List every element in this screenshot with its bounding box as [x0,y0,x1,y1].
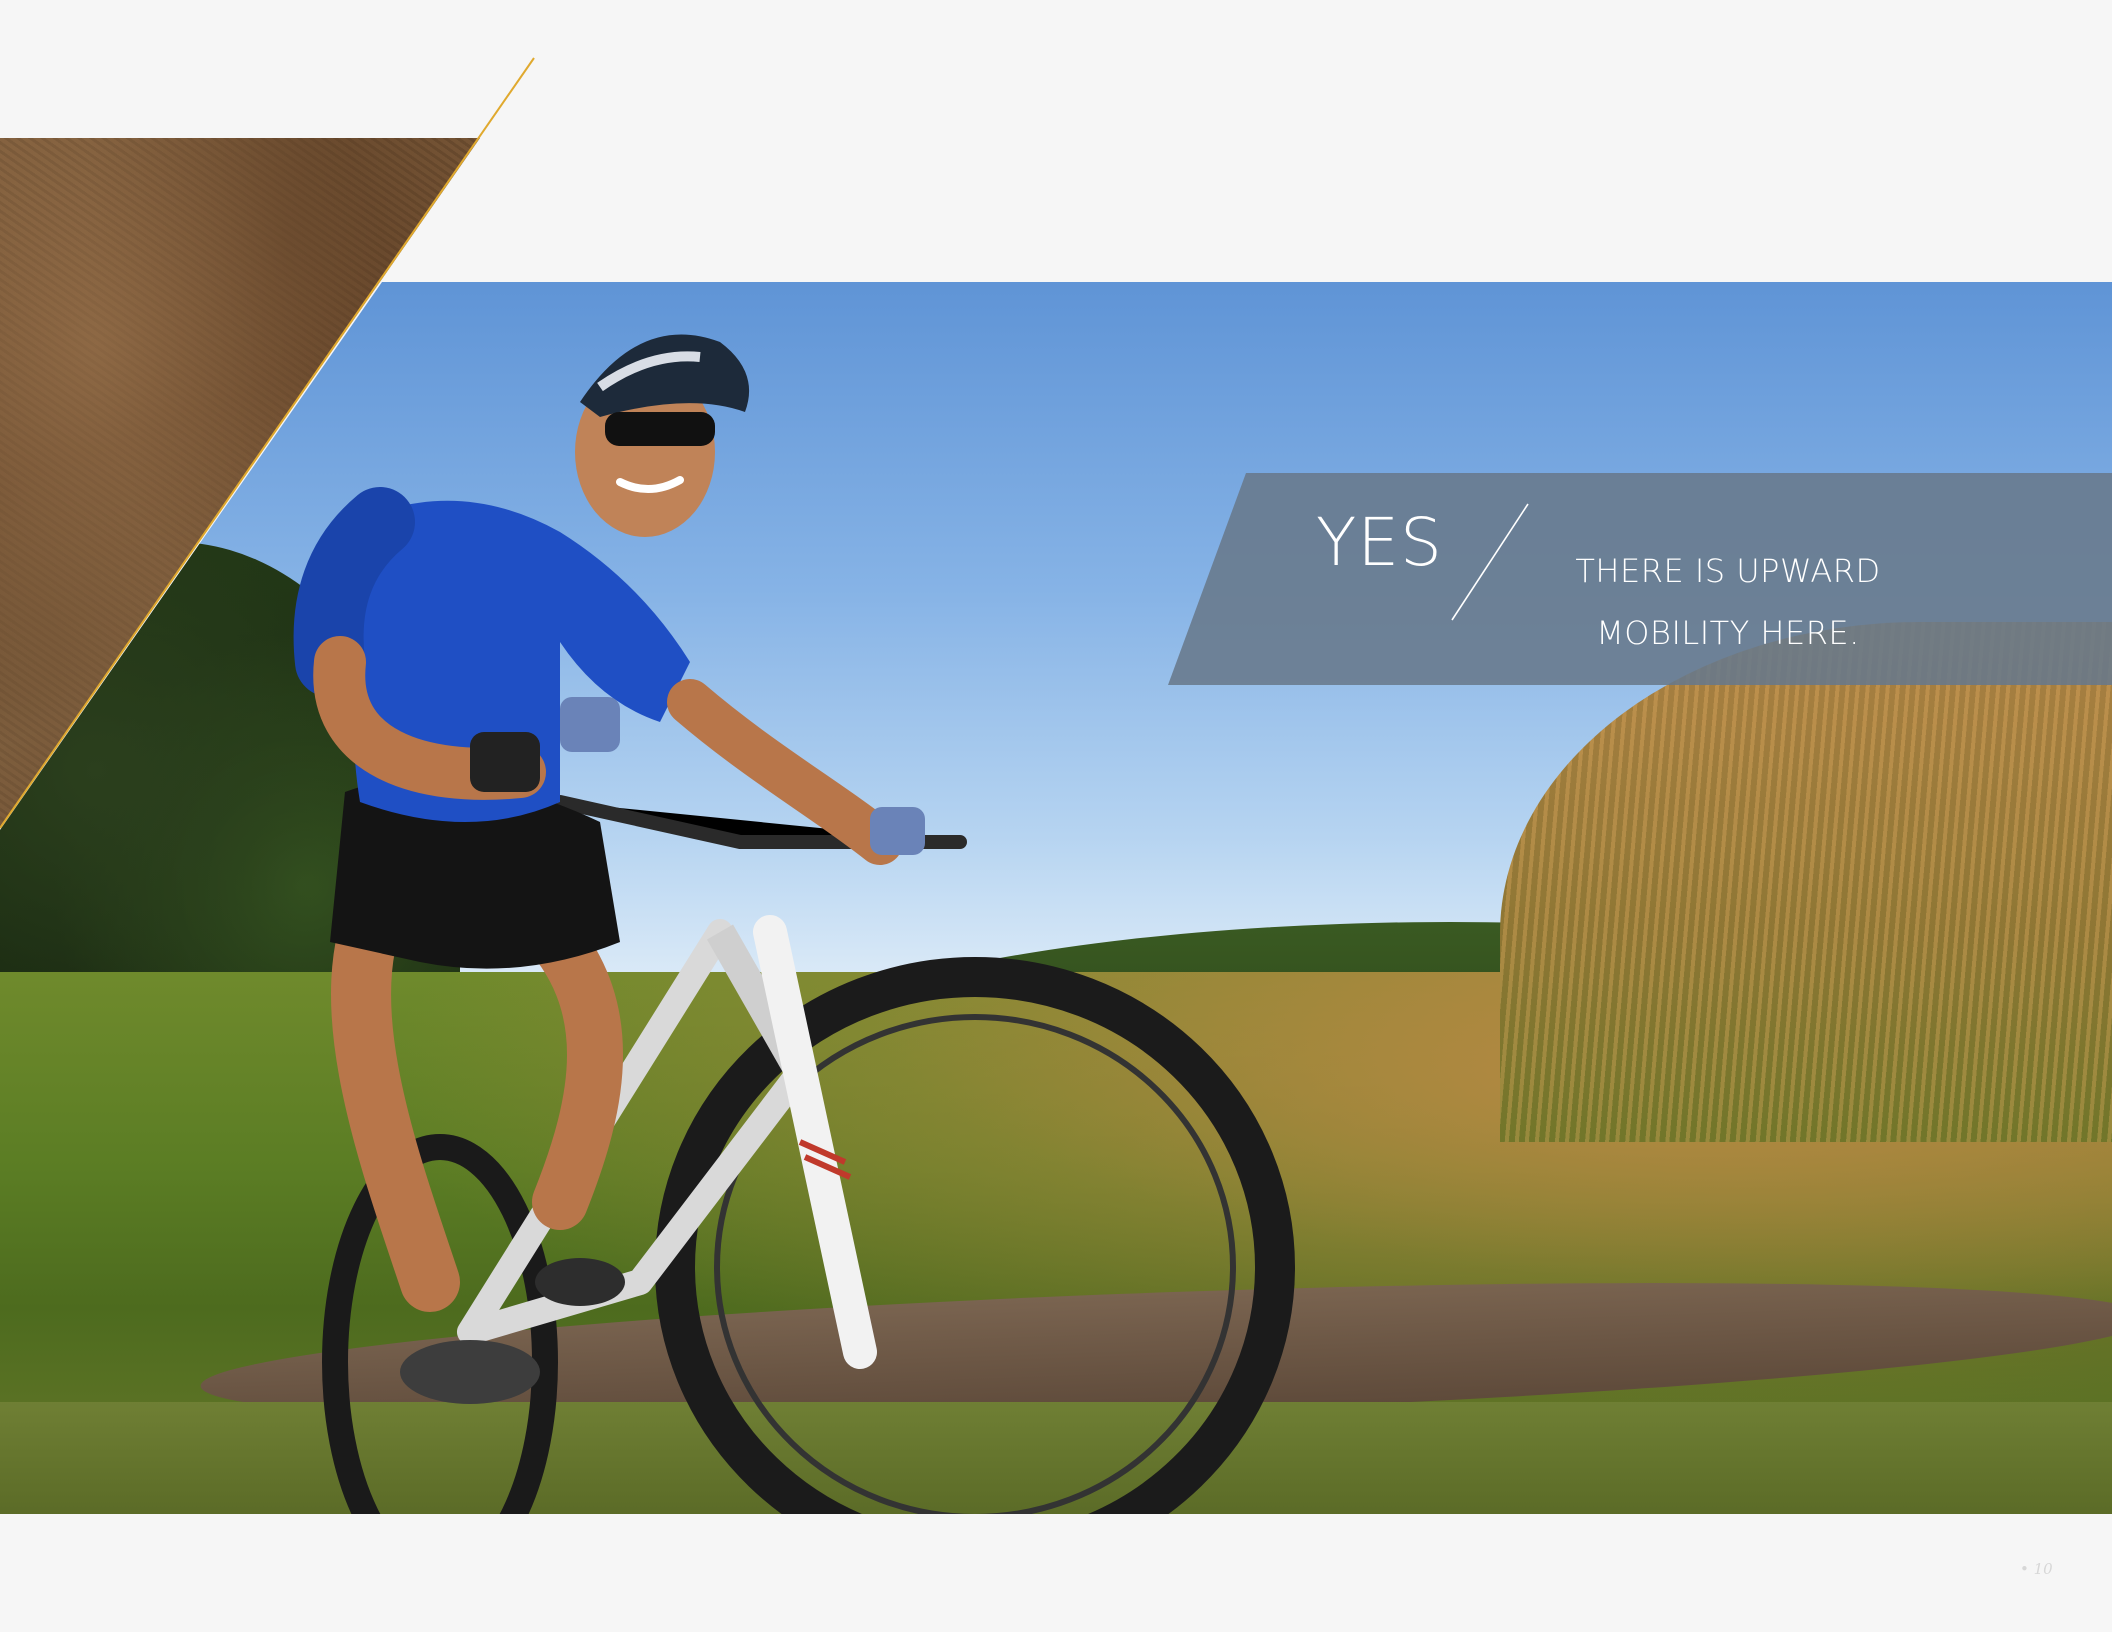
tagline-line-1: THERE IS UPWARD [1575,552,1881,590]
banner-headline: YES [1316,504,1443,581]
cyclist-photo [0,282,2112,1514]
page-number: • 10 [2020,1560,2053,1578]
brochure-page: YES THERE IS UPWARD MOBILITY HERE. • 10 [0,0,2112,1632]
tagline-line-2: MOBILITY HERE. [1596,614,1860,652]
banner-tagline: THERE IS UPWARD MOBILITY HERE. [1548,540,1908,664]
cyclist-figure [293,334,1295,1514]
slash-divider [1451,503,1529,621]
